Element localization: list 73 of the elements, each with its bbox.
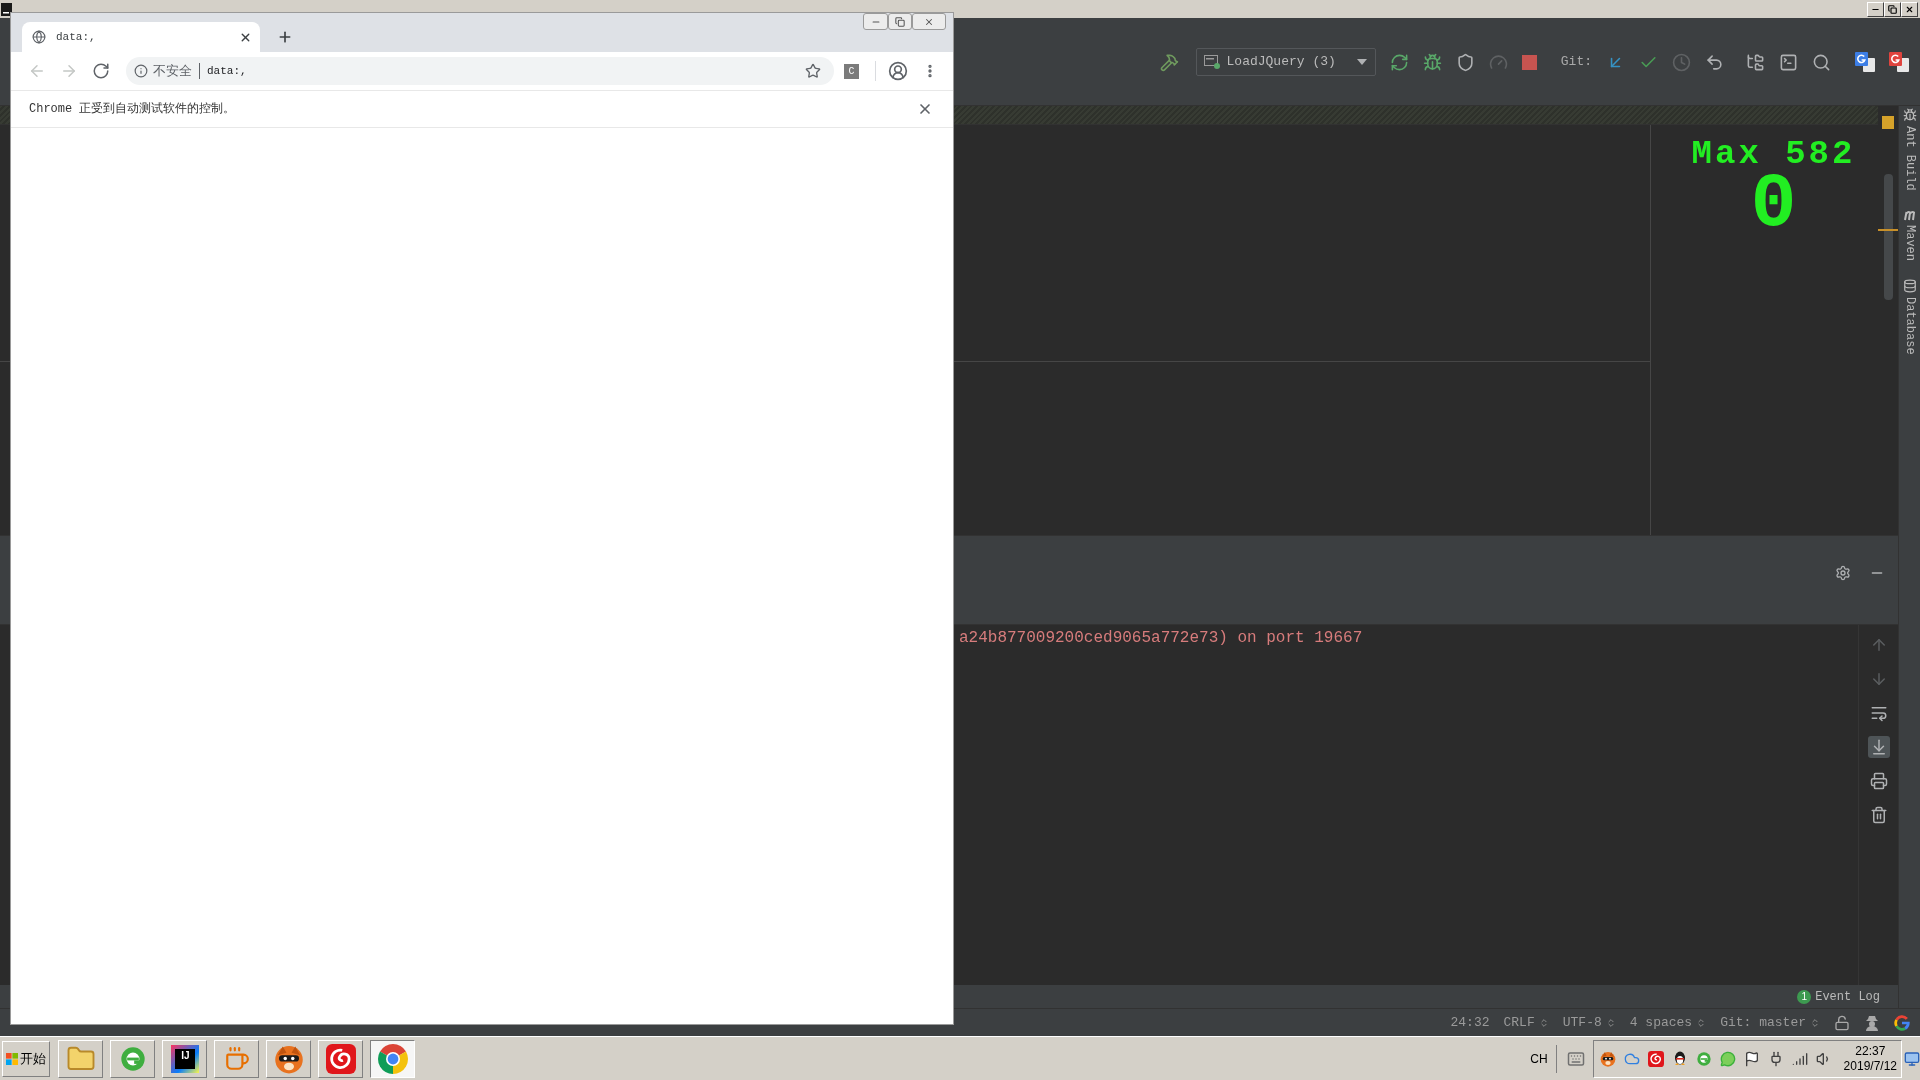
- scrollbar-thumb[interactable]: [1883, 174, 1893, 300]
- bug-icon[interactable]: [1422, 52, 1442, 72]
- extension-button[interactable]: C: [844, 63, 859, 79]
- g-logo-icon: [1894, 1014, 1910, 1031]
- flag-icon[interactable]: [1743, 1050, 1760, 1067]
- four-pane-flag-icon: [6, 1052, 18, 1065]
- signal-bars-icon[interactable]: [1791, 1050, 1808, 1067]
- tool-window-button[interactable]: Database: [1900, 278, 1919, 355]
- globe-icon: [32, 30, 46, 44]
- security-label: 不安全: [153, 62, 192, 81]
- keyboard-icon[interactable]: [1566, 1049, 1585, 1068]
- tab-title: data:,: [56, 29, 97, 45]
- m-logo-icon: [1902, 208, 1917, 221]
- status-bar-item[interactable]: UTF-8: [1562, 1012, 1616, 1033]
- user-circle-icon[interactable]: [888, 61, 908, 81]
- event-log-link[interactable]: Event Log: [1815, 987, 1880, 1006]
- ring-logo-icon: [118, 1044, 147, 1073]
- status-bar-item[interactable]: Git: master: [1720, 1012, 1820, 1033]
- restore-icon: [1888, 4, 1897, 14]
- close-icon[interactable]: [917, 101, 933, 117]
- run-config-icon: [1203, 55, 1220, 69]
- hat-figure-icon[interactable]: [1864, 1014, 1880, 1031]
- stop-icon[interactable]: [1521, 54, 1537, 70]
- close-icon: [924, 16, 934, 27]
- app-icon: [1, 2, 12, 16]
- show-desktop-icon[interactable]: [1904, 1050, 1920, 1067]
- shield-icon[interactable]: [1455, 52, 1475, 72]
- mascot-face-icon: [1599, 1050, 1616, 1067]
- taskbar-app-button[interactable]: IJ: [162, 1039, 207, 1078]
- circular-arrow-icon[interactable]: [1389, 52, 1409, 72]
- scroll-to-end-icon[interactable]: [1867, 736, 1890, 758]
- folder-tree-icon[interactable]: [1746, 52, 1765, 72]
- input-language[interactable]: CH: [1530, 1049, 1548, 1068]
- tool-window-button[interactable]: Ant Build: [1900, 108, 1919, 191]
- git-label: Git:: [1560, 53, 1592, 71]
- run-config-dropdown[interactable]: LoadJQuery (3): [1195, 48, 1376, 76]
- undo-icon[interactable]: [1705, 52, 1724, 72]
- start-button[interactable]: 开始: [2, 1040, 50, 1077]
- status-square-icon: [1882, 116, 1894, 129]
- marker-line: [1878, 229, 1898, 231]
- info-bar-message: Chrome 正受到自动测试软件的控制。: [29, 101, 237, 118]
- app-logo: IJ: [170, 1044, 199, 1073]
- swirl-logo-icon: [325, 1043, 356, 1074]
- lock-icon[interactable]: [1834, 1014, 1850, 1031]
- status-bar-item[interactable]: 24:32: [1450, 1012, 1490, 1033]
- translate-icon[interactable]: [1855, 52, 1875, 72]
- reload-icon[interactable]: [92, 62, 110, 80]
- swirl-logo-icon: [1647, 1050, 1664, 1067]
- hammer-icon[interactable]: [1159, 52, 1179, 72]
- translate-icon[interactable]: [1889, 52, 1909, 72]
- bug-icon: [1902, 108, 1917, 122]
- search-icon[interactable]: [1812, 52, 1831, 72]
- status-bar-item[interactable]: CRLF: [1503, 1012, 1549, 1033]
- ring-logo-icon: [1695, 1050, 1712, 1067]
- caret-icon[interactable]: [1356, 59, 1367, 65]
- browser-tab[interactable]: data:,: [22, 22, 260, 52]
- url-text: data:,: [207, 63, 247, 79]
- notification-badge: 1: [1797, 989, 1812, 1004]
- terminal-window-icon[interactable]: [1779, 52, 1798, 72]
- mascot-face-icon: [273, 1043, 304, 1074]
- restore-icon: [895, 16, 905, 27]
- database-icon: [1902, 278, 1917, 293]
- status-bar-item[interactable]: 4 spaces: [1629, 1012, 1707, 1033]
- clock[interactable]: 22:37 2019/7/12: [1843, 1043, 1897, 1074]
- coffee-cup-icon: [223, 1045, 250, 1072]
- settings-icon[interactable]: [1835, 565, 1851, 581]
- browser-logo-icon: [377, 1043, 408, 1074]
- close-icon: [1905, 4, 1914, 14]
- address-bar[interactable]: 不安全 data:,: [126, 57, 834, 85]
- tool-window-button[interactable]: Maven: [1900, 208, 1919, 261]
- console-line: a24b877009200ced9065a772e73) on port 19667: [959, 628, 1364, 648]
- star-icon[interactable]: [805, 63, 821, 79]
- info-icon: [134, 64, 148, 78]
